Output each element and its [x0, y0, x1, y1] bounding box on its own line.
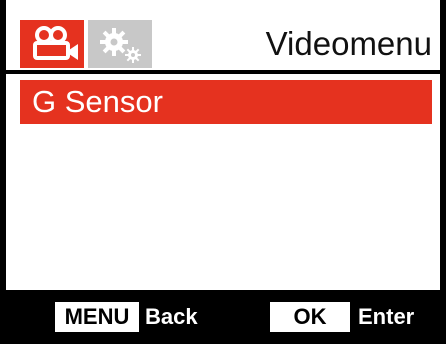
gears-icon	[100, 28, 141, 63]
tab-video[interactable]	[20, 20, 84, 68]
page-title: Videomenu	[265, 25, 432, 62]
footer-bar: MENU Back OK Enter	[6, 290, 440, 344]
menu-list: G Sensor	[6, 74, 440, 290]
dashcam-screen: Videomenu G Sensor MENU Back OK Enter	[0, 0, 446, 344]
menu-key-button[interactable]: MENU	[55, 302, 139, 332]
video-camera-icon	[33, 26, 78, 60]
header: Videomenu	[6, 0, 440, 70]
menu-item-g-sensor[interactable]: G Sensor	[20, 80, 432, 124]
ok-key-button[interactable]: OK	[270, 302, 350, 332]
enter-label: Enter	[358, 304, 415, 329]
back-label: Back	[145, 304, 198, 329]
tab-settings[interactable]	[88, 20, 152, 68]
